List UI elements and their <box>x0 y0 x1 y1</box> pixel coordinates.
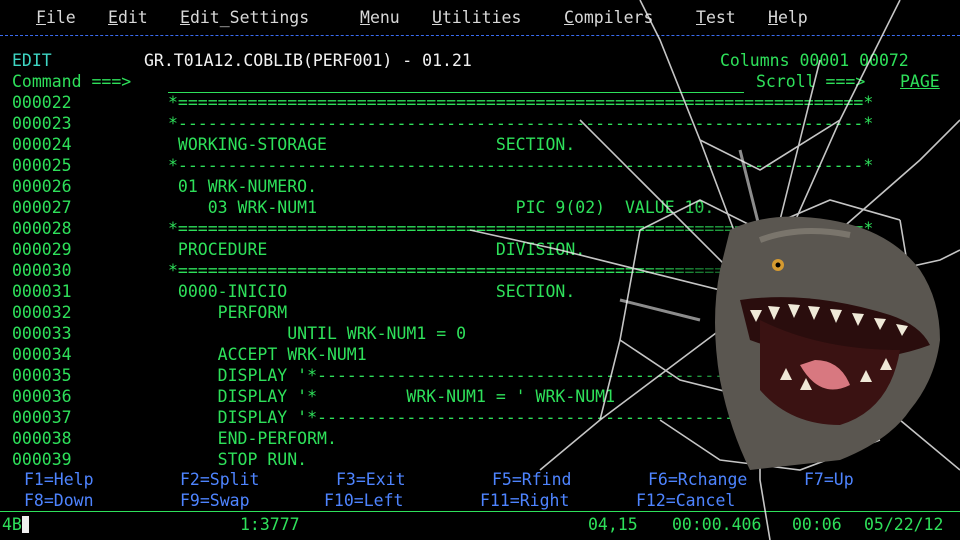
menu-menu[interactable]: Menu <box>360 7 400 28</box>
menu-utilities[interactable]: Utilities <box>432 7 521 28</box>
source-line-text[interactable]: 01 WRK-NUMERO. <box>168 176 317 197</box>
line-number[interactable]: 000036 <box>12 386 72 407</box>
status-divider <box>0 511 960 512</box>
function-key-f7[interactable]: F7=Up <box>804 469 854 490</box>
source-line-text[interactable]: ACCEPT WRK-NUM1 <box>168 344 367 365</box>
line-number[interactable]: 000037 <box>12 407 72 428</box>
source-line-text[interactable]: PERFORM <box>168 302 288 323</box>
function-key-f12[interactable]: F12=Cancel <box>636 490 735 511</box>
line-number[interactable]: 000027 <box>12 197 72 218</box>
source-line-text[interactable]: *=======================================… <box>168 92 873 113</box>
function-key-f5[interactable]: F5=Rfind <box>492 469 571 490</box>
clock-time: 00:06 <box>792 515 842 534</box>
line-number[interactable]: 000023 <box>12 113 72 134</box>
command-label: Command ===> <box>12 72 132 91</box>
source-line-text[interactable]: DISPLAY '* WRK-NUM1 = ' WRK-NUM1 <box>168 386 615 407</box>
menu-help[interactable]: Help <box>768 7 808 28</box>
source-line-text[interactable]: 03 WRK-NUM1 PIC 9(02) VALUE 10. <box>168 197 715 218</box>
menu-file[interactable]: File <box>36 7 76 28</box>
scroll-amount-field[interactable]: PAGE <box>900 71 940 92</box>
session-indicator: 4B <box>2 514 29 535</box>
cursor-block <box>21 516 29 533</box>
function-key-f1[interactable]: F1=Help <box>24 469 94 490</box>
function-key-f9[interactable]: F9=Swap <box>180 490 250 511</box>
source-line-text[interactable]: WORKING-STORAGE SECTION. <box>168 134 575 155</box>
clock-date: 05/22/12 <box>864 515 944 534</box>
source-line-text[interactable]: END-PERFORM. <box>168 428 337 449</box>
function-key-f10[interactable]: F10=Left <box>324 490 403 511</box>
line-number[interactable]: 000024 <box>12 134 72 155</box>
line-number[interactable]: 000026 <box>12 176 72 197</box>
columns-indicator: Columns 00001 00072 <box>720 51 909 70</box>
dataset-name: GR.T01A12.COBLIB(PERF001) - 01.21 <box>144 51 472 70</box>
function-key-f3[interactable]: F3=Exit <box>336 469 406 490</box>
function-key-f6[interactable]: F6=Rchange <box>648 469 747 490</box>
line-number[interactable]: 000035 <box>12 365 72 386</box>
line-number[interactable]: 000022 <box>12 92 72 113</box>
line-number[interactable]: 000039 <box>12 449 72 470</box>
line-number[interactable]: 000033 <box>12 323 72 344</box>
line-number[interactable]: 000028 <box>12 218 72 239</box>
menu-test[interactable]: Test <box>696 7 736 28</box>
source-line-text[interactable]: 0000-INICIO SECTION. <box>168 281 575 302</box>
line-number[interactable]: 000038 <box>12 428 72 449</box>
function-key-f2[interactable]: F2=Split <box>180 469 259 490</box>
menu-edit[interactable]: Edit <box>108 7 148 28</box>
function-key-f11[interactable]: F11=Right <box>480 490 569 511</box>
source-line-text[interactable]: DISPLAY '*------------------------------… <box>168 365 804 386</box>
status-message: 1:3777 <box>240 515 300 534</box>
source-line-text[interactable]: STOP RUN. <box>168 449 307 470</box>
line-number[interactable]: 000030 <box>12 260 72 281</box>
source-line-text[interactable]: *---------------------------------------… <box>168 113 873 134</box>
scroll-label: Scroll ===> <box>756 72 866 91</box>
source-line-text[interactable]: *=======================================… <box>168 260 873 281</box>
source-line-text[interactable]: *---------------------------------------… <box>168 155 873 176</box>
response-timer: 00:00.406 <box>672 515 762 534</box>
edit-mode-label: EDIT <box>12 51 52 70</box>
line-number[interactable]: 000025 <box>12 155 72 176</box>
source-line-text[interactable]: UNTIL WRK-NUM1 = 0 <box>168 323 466 344</box>
line-number[interactable]: 000034 <box>12 344 72 365</box>
function-key-f8[interactable]: F8=Down <box>24 490 94 511</box>
line-number[interactable]: 000029 <box>12 239 72 260</box>
cursor-position: 04,15 <box>588 515 638 534</box>
menu-divider <box>0 35 960 36</box>
dinosaur-image <box>715 216 940 470</box>
source-line-text[interactable]: PROCEDURE DIVISION. <box>168 239 585 260</box>
source-line-text[interactable]: DISPLAY '*------------------------------… <box>168 407 804 428</box>
line-number[interactable]: 000032 <box>12 302 72 323</box>
source-line-text[interactable]: *=======================================… <box>168 218 873 239</box>
menu-compilers[interactable]: Compilers <box>564 7 653 28</box>
menu-edit-settings[interactable]: Edit_Settings <box>180 7 309 28</box>
line-number[interactable]: 000031 <box>12 281 72 302</box>
